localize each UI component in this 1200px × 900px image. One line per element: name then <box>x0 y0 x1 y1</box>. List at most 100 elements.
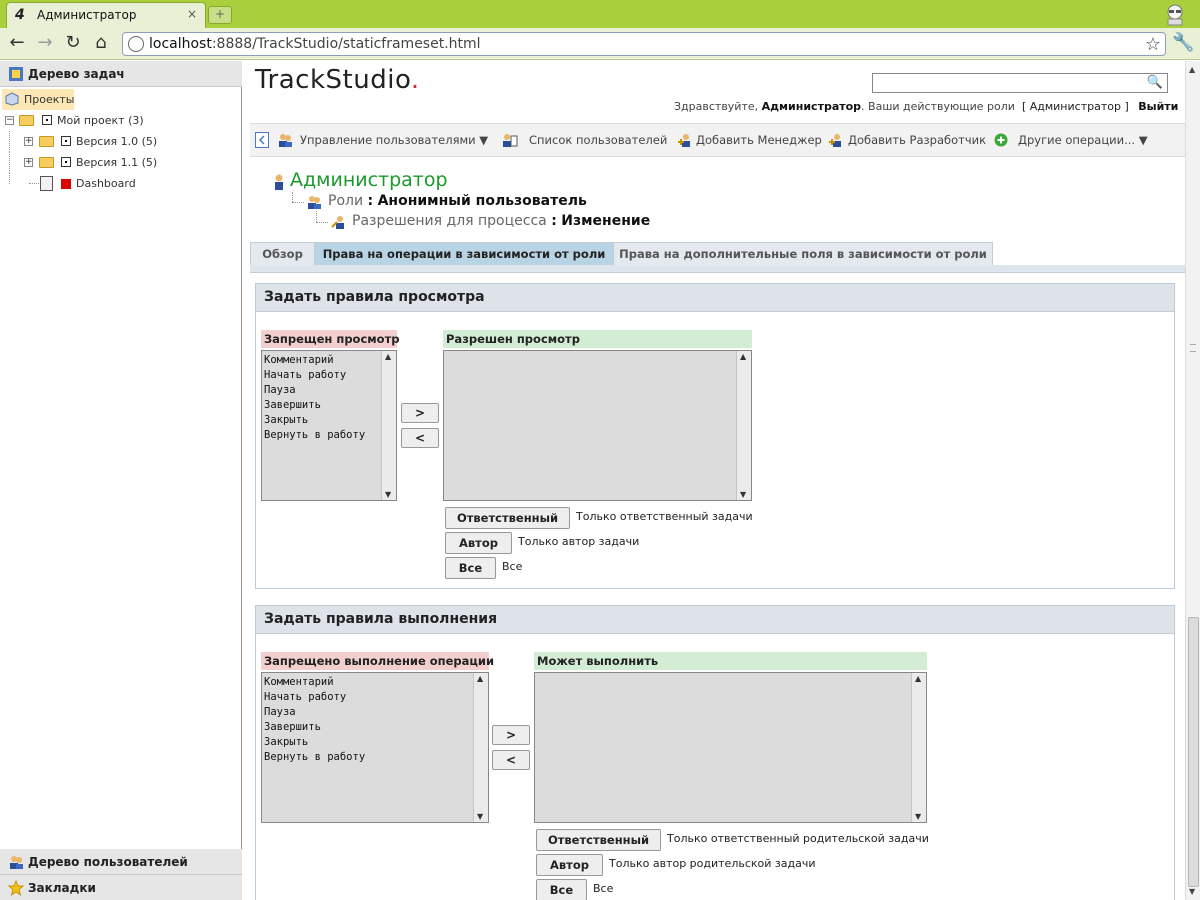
responsible-button[interactable]: Ответственный <box>536 829 661 851</box>
list-option[interactable]: Завершить <box>264 720 365 735</box>
add-manager-button[interactable]: Добавить Менеджер <box>696 133 822 147</box>
list-option[interactable]: Комментарий <box>264 353 365 368</box>
bookmarks-title: Закладки <box>28 881 96 895</box>
task-checkbox[interactable] <box>61 136 71 146</box>
scroll-down-icon[interactable]: ▼ <box>385 490 391 499</box>
tab-role-operations[interactable]: Права на операции в зависимости от роли <box>314 242 614 266</box>
scroll-up-icon[interactable]: ▲ <box>385 352 391 361</box>
tab-close-icon[interactable]: × <box>187 7 197 21</box>
author-button[interactable]: Автор <box>445 532 512 554</box>
scroll-down-icon[interactable]: ▼ <box>915 812 921 821</box>
toggle-panel-icon[interactable] <box>255 132 269 148</box>
bookmark-star-icon[interactable]: ☆ <box>1145 34 1161 55</box>
bookmarks-header[interactable]: Закладки <box>0 875 242 900</box>
list-scrollbar[interactable]: ▲ ▼ <box>381 351 396 500</box>
list-option[interactable]: Закрыть <box>264 735 365 750</box>
list-option[interactable]: Начать работу <box>264 368 365 383</box>
permissions-link[interactable]: Разрешения для процесса <box>352 213 547 229</box>
list-option[interactable]: Комментарий <box>264 675 365 690</box>
scroll-up-icon[interactable]: ▲ <box>1189 65 1195 74</box>
tree-item-dashboard[interactable]: Dashboard <box>0 173 242 194</box>
scroll-up-icon[interactable]: ▲ <box>740 352 746 361</box>
task-checkbox[interactable] <box>42 115 52 125</box>
roles-value: Анонимный пользователь <box>377 193 587 209</box>
home-icon[interactable]: ⌂ <box>90 33 112 55</box>
collapse-icon[interactable]: − <box>5 116 14 125</box>
new-tab-button[interactable]: + <box>208 6 232 24</box>
scroll-up-icon[interactable]: ▲ <box>477 674 483 683</box>
search-icon[interactable]: 🔍 <box>1147 75 1163 90</box>
task-tree-header[interactable]: Дерево задач <box>0 61 242 87</box>
move-right-button[interactable]: > <box>492 725 530 745</box>
expand-icon[interactable]: + <box>24 137 33 146</box>
scroll-up-icon[interactable]: ▲ <box>915 674 921 683</box>
allowed-exec-label: Может выполнить <box>534 652 927 670</box>
other-operations-menu[interactable]: Другие операции... ▼ <box>1018 133 1148 147</box>
denied-exec-list[interactable]: Комментарий Начать работу Пауза Завершить За… <box>261 672 489 823</box>
scroll-down-icon[interactable]: ▼ <box>477 812 483 821</box>
all-button[interactable]: Все <box>445 557 496 579</box>
list-scrollbar[interactable]: ▲ ▼ <box>736 351 751 500</box>
list-scrollbar[interactable]: ▲ ▼ <box>473 673 488 822</box>
move-right-button[interactable]: > <box>401 403 439 423</box>
browser-tab[interactable]: 4 Администратор × <box>6 2 206 28</box>
list-scrollbar[interactable]: ▲ ▼ <box>911 673 926 822</box>
permissions-value: Изменение <box>561 213 651 229</box>
address-bar[interactable]: localhost:8888/TrackStudio/staticframese… <box>122 32 1166 56</box>
permissions-icon <box>331 216 344 229</box>
list-option[interactable]: Пауза <box>264 705 365 720</box>
scroll-grip <box>1190 344 1196 352</box>
tab-overview[interactable]: Обзор <box>250 242 315 266</box>
scroll-down-icon[interactable]: ▼ <box>740 490 746 499</box>
tree-item-version-1-0[interactable]: + Версия 1.0 (5) <box>0 131 242 152</box>
author-button[interactable]: Автор <box>536 854 603 876</box>
clipboard-icon <box>40 176 53 191</box>
scroll-thumb[interactable] <box>1188 617 1199 887</box>
roles-icon <box>308 196 321 209</box>
task-tree: Проекты − Мой проект (3) + Версия 1.0 (5… <box>0 89 242 194</box>
move-left-button[interactable]: < <box>492 750 530 770</box>
wrench-menu-icon[interactable]: 🔧 <box>1172 32 1194 53</box>
left-panel: Дерево задач Проекты − Мой проект (3) + … <box>0 61 242 900</box>
all-button[interactable]: Все <box>536 879 587 900</box>
list-option[interactable]: Вернуть в работу <box>264 750 365 765</box>
users-tree-header[interactable]: Дерево пользователей <box>0 849 242 875</box>
list-option[interactable]: Вернуть в работу <box>264 428 365 443</box>
search-input[interactable]: 🔍 <box>872 73 1168 93</box>
admin-link[interactable]: Администратор <box>290 169 448 191</box>
active-role-link[interactable]: [ Администратор ] <box>1022 100 1129 113</box>
tree-line <box>316 211 317 222</box>
responsible-button[interactable]: Ответственный <box>445 507 570 529</box>
incognito-mascot-icon <box>1167 4 1183 26</box>
allowed-exec-list[interactable]: ▲ ▼ <box>534 672 927 823</box>
forward-icon[interactable]: → <box>34 33 56 55</box>
list-option[interactable]: Завершить <box>264 398 365 413</box>
list-option[interactable]: Пауза <box>264 383 365 398</box>
denied-view-list[interactable]: Комментарий Начать работу Пауза Завершить За… <box>261 350 397 501</box>
tree-item-version-1-1[interactable]: + Версия 1.1 (5) <box>0 152 242 173</box>
user-list-button[interactable]: Список пользователей <box>529 133 667 147</box>
scroll-down-icon[interactable]: ▼ <box>1189 887 1195 896</box>
logout-link[interactable]: Выйти <box>1138 100 1178 113</box>
tree-item-label: Версия 1.0 (5) <box>76 135 158 148</box>
back-icon[interactable]: ← <box>6 33 28 55</box>
list-option[interactable]: Начать работу <box>264 690 365 705</box>
tree-item-my-project[interactable]: − Мой проект (3) <box>0 110 242 131</box>
current-user: Администратор <box>761 100 862 113</box>
responsible-desc: Только ответственный задачи <box>576 510 753 523</box>
tab-role-fields[interactable]: Права на дополнительные поля в зависимос… <box>613 242 993 266</box>
expand-icon[interactable]: + <box>24 158 33 167</box>
all-desc: Все <box>593 882 614 895</box>
roles-link[interactable]: Роли <box>328 193 363 209</box>
globe-icon <box>128 36 144 52</box>
folder-icon <box>39 157 54 168</box>
manage-users-menu[interactable]: Управление пользователями ▼ <box>300 133 488 147</box>
add-developer-button[interactable]: Добавить Разработчик <box>848 133 986 147</box>
reload-icon[interactable]: ↻ <box>62 33 84 55</box>
tree-item-projects[interactable]: Проекты <box>2 89 75 110</box>
list-option[interactable]: Закрыть <box>264 413 365 428</box>
page-scrollbar[interactable]: ▲ ▼ <box>1185 61 1200 900</box>
allowed-view-list[interactable]: ▲ ▼ <box>443 350 752 501</box>
task-checkbox[interactable] <box>61 157 71 167</box>
move-left-button[interactable]: < <box>401 428 439 448</box>
